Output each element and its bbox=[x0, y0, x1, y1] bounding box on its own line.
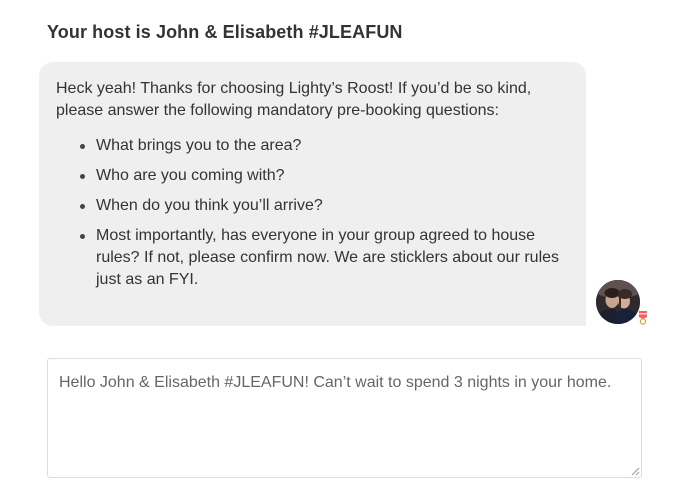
message-input[interactable]: Hello John & Elisabeth #JLEAFUN! Can’t w… bbox=[47, 358, 642, 478]
host-message-intro: Heck yeah! Thanks for choosing Lighty’s … bbox=[56, 80, 532, 119]
host-title: Your host is John & Elisabeth #JLEAFUN bbox=[47, 22, 403, 42]
host-message-bubble: Heck yeah! Thanks for choosing Lighty’s … bbox=[39, 62, 586, 326]
question-list: What brings you to the area? Who are you… bbox=[56, 135, 566, 291]
bubble-tail bbox=[572, 312, 586, 326]
resize-handle-icon[interactable] bbox=[630, 466, 640, 476]
question-item: Who are you coming with? bbox=[80, 165, 566, 187]
superhost-badge-icon bbox=[639, 311, 647, 325]
host-avatar[interactable] bbox=[596, 280, 640, 324]
avatar-photo-icon bbox=[596, 280, 640, 324]
message-host-page: Your host is John & Elisabeth #JLEAFUN H… bbox=[0, 0, 674, 500]
question-item: What brings you to the area? bbox=[80, 135, 566, 157]
question-item: Most importantly, has everyone in your g… bbox=[80, 225, 566, 291]
question-item: When do you think you’ll arrive? bbox=[80, 195, 566, 217]
